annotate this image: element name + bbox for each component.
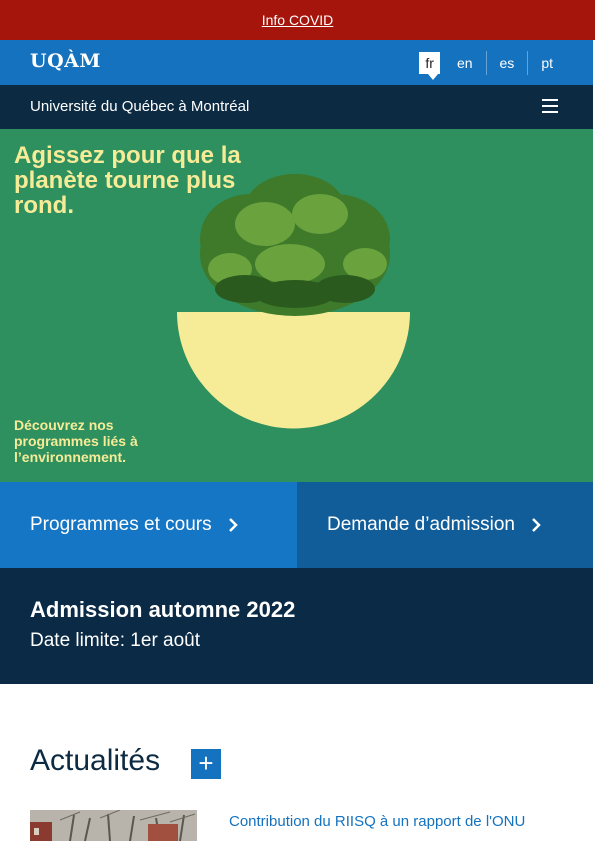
uqam-logo[interactable]: UQÀM — [30, 50, 101, 72]
programs-button[interactable]: Programmes et cours — [0, 482, 297, 568]
admission-request-label: Demande d’admission — [327, 514, 515, 535]
admission-deadline: Date limite: 1er août — [30, 630, 201, 651]
hamburger-menu-icon[interactable] — [542, 99, 558, 115]
lang-pt[interactable]: pt — [527, 51, 566, 75]
admission-title: Admission automne 2022 — [30, 597, 296, 622]
programs-button-label: Programmes et cours — [30, 514, 212, 535]
news-heading: Actualités — [30, 744, 161, 777]
nav-bar: Université du Québec à Montréal — [0, 85, 593, 129]
tree-sun-illustration — [177, 174, 410, 429]
admission-request-button[interactable]: Demande d’admission — [297, 482, 593, 568]
university-name[interactable]: Université du Québec à Montréal — [30, 98, 249, 115]
chevron-right-icon — [532, 518, 541, 532]
top-bar: UQÀM fr en es pt — [0, 40, 593, 85]
lang-en[interactable]: en — [444, 51, 486, 75]
hero-subtitle: Découvrez nos programmes liés à l’enviro… — [14, 417, 138, 465]
lang-fr[interactable]: fr — [419, 52, 440, 80]
news-item-link[interactable]: Contribution du RIISQ à un rapport de l'… — [229, 813, 525, 830]
admission-banner[interactable]: Admission automne 2022 Date limite: 1er … — [0, 568, 593, 684]
news-thumbnail[interactable] — [30, 810, 197, 841]
covid-banner: Info COVID — [0, 0, 595, 40]
news-expand-button[interactable]: + — [191, 749, 221, 779]
hero-banner[interactable]: Agissez pour que la planète tourne plus … — [0, 129, 593, 482]
news-photo — [30, 810, 197, 841]
lang-es[interactable]: es — [485, 51, 528, 75]
chevron-right-icon — [228, 518, 238, 532]
language-switcher: fr en es pt — [419, 51, 566, 80]
covid-info-link[interactable]: Info COVID — [262, 12, 334, 28]
